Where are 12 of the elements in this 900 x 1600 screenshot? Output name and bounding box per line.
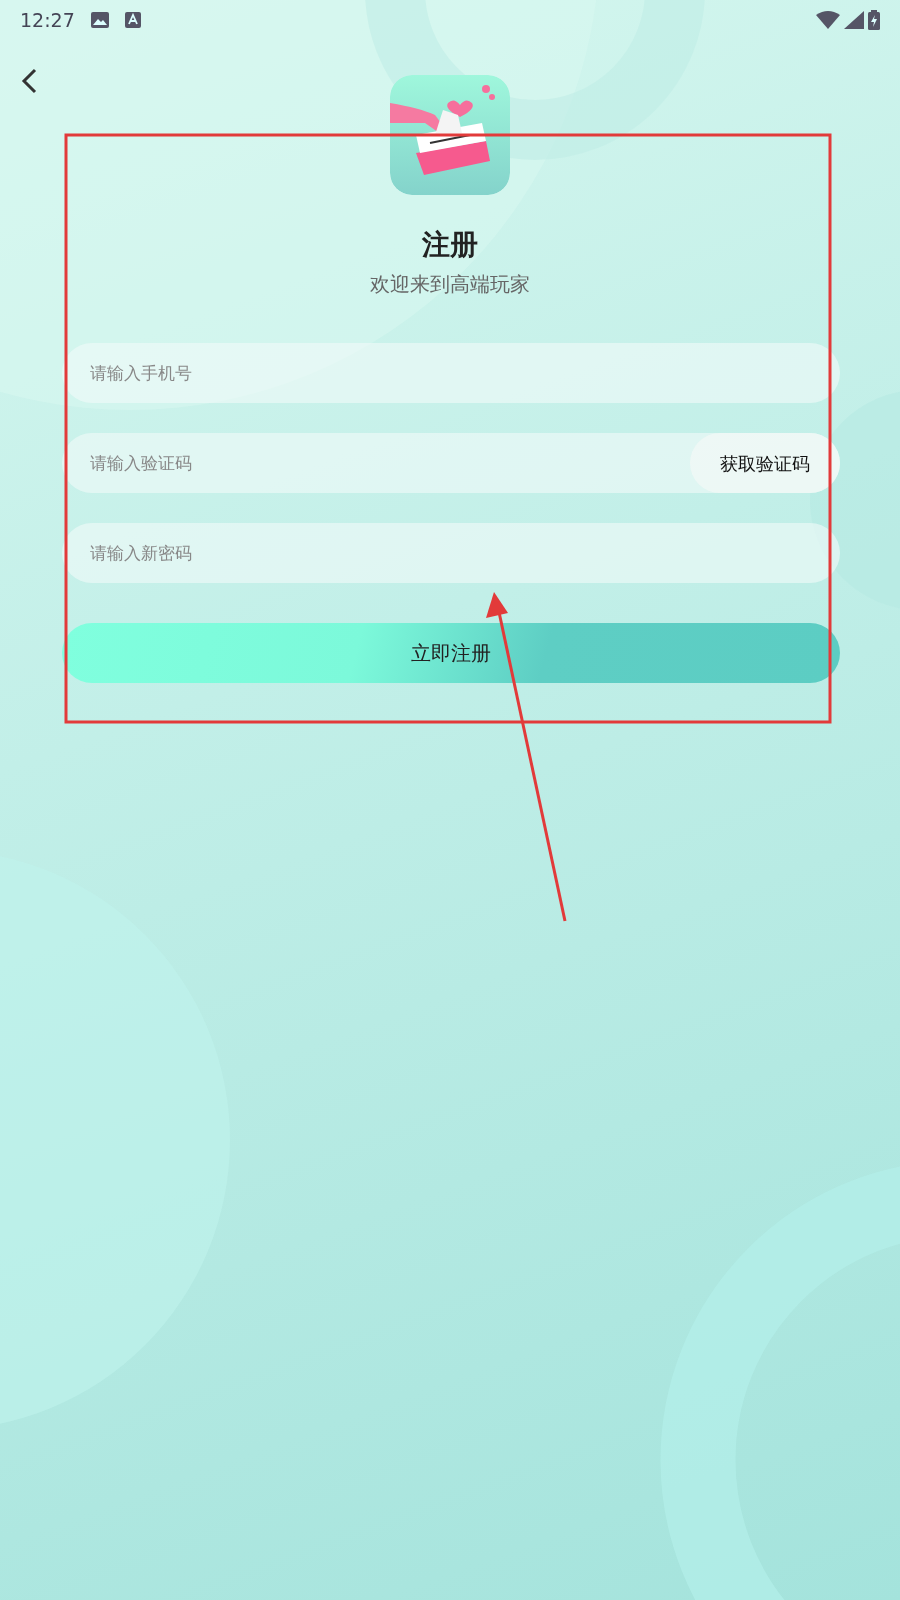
page-title: 注册: [422, 227, 478, 263]
input-field[interactable]: 请输入手机号: [62, 343, 840, 404]
input-field[interactable]: 请输入新密码: [62, 523, 840, 584]
register-button[interactable]: 立即注册: [62, 623, 840, 684]
wifi-icon: [816, 11, 840, 29]
status-time: 12:27: [20, 7, 75, 33]
image-icon: [90, 12, 109, 28]
font-icon: [124, 12, 141, 28]
get-code-button[interactable]: 获取验证码: [690, 433, 840, 494]
signal-icon: [844, 11, 864, 29]
battery-icon: [868, 10, 880, 30]
welcome-subtitle: 欢迎来到高端玩家: [370, 271, 530, 299]
